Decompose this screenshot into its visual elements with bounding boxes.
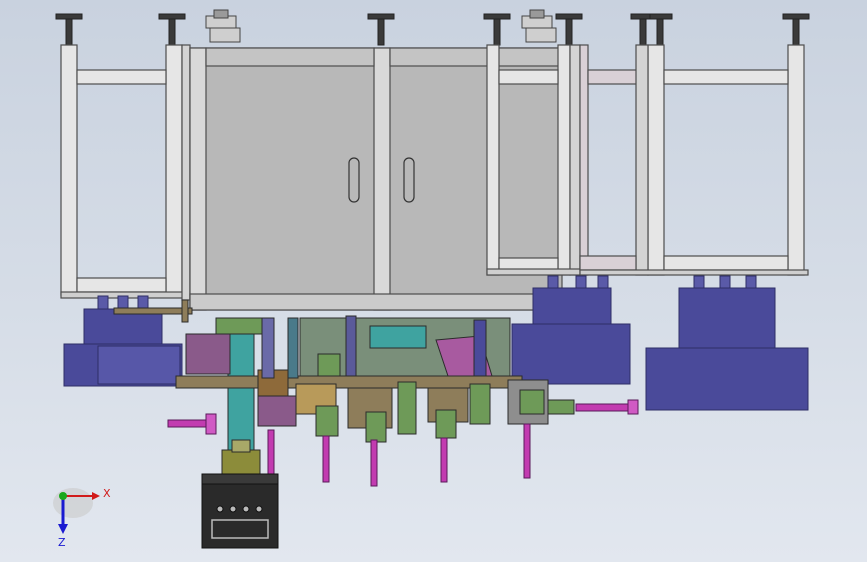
leveling-feet: [55, 13, 810, 46]
orientation-triad: X Z: [53, 487, 111, 549]
z-axis-label: Z: [58, 536, 66, 549]
cabinet-handle-right: [403, 157, 415, 203]
gripper-assemblies: [295, 379, 575, 443]
z-axis-arrow-icon: [58, 524, 68, 534]
top-clamp-right: [521, 9, 557, 43]
right-frame-outer: [579, 44, 809, 276]
left-frame: [60, 44, 192, 301]
control-box: [201, 473, 279, 549]
y-axis-dot-icon: [59, 492, 67, 500]
x-axis-arrow-icon: [92, 492, 100, 500]
cad-viewport[interactable]: X Z: [0, 0, 867, 562]
cabinet-handle-left: [348, 157, 360, 203]
x-axis-label: X: [103, 487, 111, 500]
leveling-base-right: [645, 275, 809, 411]
top-clamp-left: [205, 9, 241, 43]
